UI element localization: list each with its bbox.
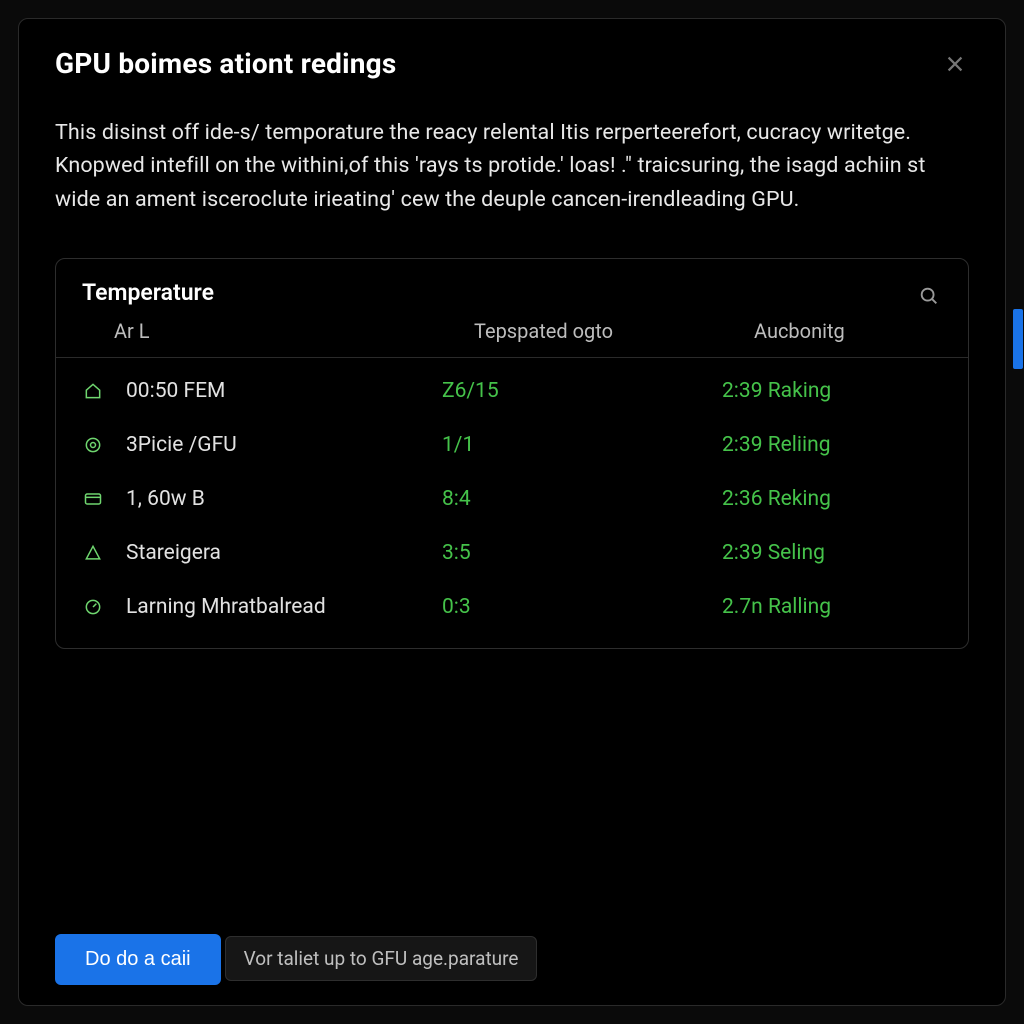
house-icon bbox=[82, 380, 104, 402]
dialog-footer: Do do a caii Vor taliet up to GFU age.pa… bbox=[55, 890, 969, 985]
row-value-2: 2.7n Ralling bbox=[722, 595, 942, 619]
target-icon bbox=[82, 434, 104, 456]
table-body: 00:50 FEMZ6/152:39 Raking3Picie /GFU1/12… bbox=[56, 358, 968, 648]
dialog-title: GPU boimes ationt redings bbox=[55, 47, 396, 80]
triangle-icon bbox=[82, 542, 104, 564]
table-row[interactable]: 3Picie /GFU1/12:39 Reliing bbox=[56, 418, 968, 472]
row-value-1: 8:4 bbox=[442, 487, 722, 511]
panel-columns: Ar L Tepspated ogto Aucbonitg bbox=[56, 309, 968, 358]
dialog: GPU boimes ationt redings This disinst o… bbox=[18, 18, 1006, 1006]
col-1: Tepspated ogto bbox=[474, 319, 754, 343]
row-value-1: 3:5 bbox=[442, 541, 722, 565]
search-button[interactable] bbox=[918, 285, 942, 309]
dialog-header: GPU boimes ationt redings bbox=[55, 47, 969, 80]
footer-hint: Vor taliet up to GFU age.parature bbox=[225, 936, 538, 981]
row-label: Stareigera bbox=[126, 541, 442, 565]
panel-title: Temperature bbox=[82, 279, 214, 306]
row-value-2: 2:36 Reking bbox=[722, 487, 942, 511]
row-value-1: 0:3 bbox=[442, 595, 722, 619]
table-row[interactable]: 1, 60w B8:42:36 Reking bbox=[56, 472, 968, 526]
row-label: 1, 60w B bbox=[126, 487, 442, 511]
primary-action-button[interactable]: Do do a caii bbox=[55, 934, 221, 985]
table-row[interactable]: 00:50 FEMZ6/152:39 Raking bbox=[56, 364, 968, 418]
row-value-1: 1/1 bbox=[442, 433, 722, 457]
table-row[interactable]: Stareigera3:52:39 Seling bbox=[56, 526, 968, 580]
row-label: 00:50 FEM bbox=[126, 379, 442, 403]
col-0: Ar L bbox=[114, 319, 474, 343]
row-value-2: 2:39 Seling bbox=[722, 541, 942, 565]
row-value-2: 2:39 Raking bbox=[722, 379, 942, 403]
search-icon bbox=[918, 285, 940, 307]
scroll-accent bbox=[1013, 309, 1023, 369]
gauge-icon bbox=[82, 596, 104, 618]
close-icon bbox=[944, 53, 966, 75]
col-2: Aucbonitg bbox=[754, 319, 942, 343]
row-value-2: 2:39 Reliing bbox=[722, 433, 942, 457]
row-value-1: Z6/15 bbox=[442, 379, 722, 403]
card-icon bbox=[82, 488, 104, 510]
panel-header: Temperature bbox=[56, 259, 968, 309]
dialog-description: This disinst off ide-s/ temporature the … bbox=[55, 116, 969, 216]
row-label: 3Picie /GFU bbox=[126, 433, 442, 457]
row-label: Larning Mhratbalread bbox=[126, 595, 442, 619]
temperature-panel: Temperature Ar L Tepspated ogto Aucbonit… bbox=[55, 258, 969, 649]
table-row[interactable]: Larning Mhratbalread0:32.7n Ralling bbox=[56, 580, 968, 634]
close-button[interactable] bbox=[941, 50, 969, 78]
